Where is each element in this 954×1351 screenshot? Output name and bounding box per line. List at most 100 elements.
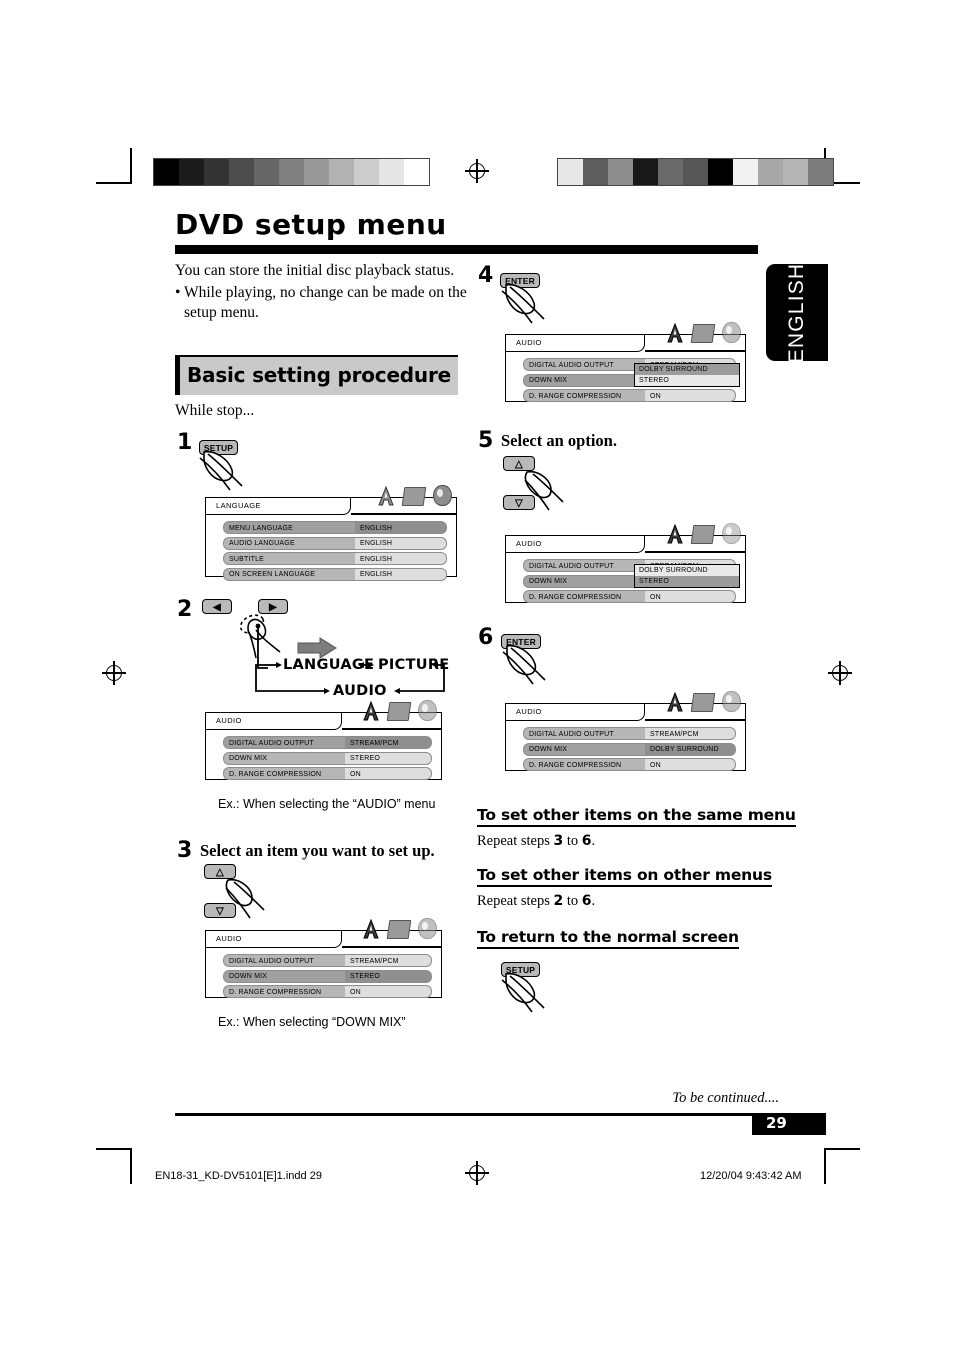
osd-row-key: DIGITAL AUDIO OUTPUT — [523, 358, 645, 371]
osd-tab-rule — [644, 719, 745, 721]
osd-row-key: DOWN MIX — [223, 969, 345, 983]
osd-row-key: ON SCREEN LANGUAGE — [223, 567, 355, 581]
table-row: D. RANGE COMPRESSION ON — [523, 758, 736, 771]
osd-row-value: STREAM/PCM — [345, 736, 432, 749]
table-row: DOWN MIX DOLBY SURROUND — [523, 742, 736, 756]
manual-page: DVD setup menu ENGLISH You can store the… — [0, 0, 954, 1351]
section-title: Basic setting procedure — [186, 363, 451, 387]
table-row: MENU LANGUAGE ENGLISH — [223, 521, 447, 534]
right-arrow-key[interactable]: ▶ — [258, 599, 288, 614]
setup-key-return[interactable]: SETUP — [501, 962, 540, 977]
osd-row-key: D. RANGE COMPRESSION — [223, 767, 345, 780]
subheading-return-normal: To return to the normal screen — [477, 928, 739, 949]
left-arrow-key[interactable]: ◀ — [202, 599, 232, 614]
osd-tab-rule — [644, 350, 745, 352]
dropdown-option-dolby[interactable]: DOLBY SURROUND — [635, 565, 739, 576]
osd-row-value: STEREO — [345, 751, 432, 765]
intro-bullet-text: While playing, no change can be made on … — [184, 283, 467, 322]
enter-key-step6[interactable]: ENTER — [501, 634, 541, 649]
down-arrow-key-step3[interactable]: ▽ — [204, 903, 236, 918]
osd-tab-icons — [666, 690, 741, 712]
table-row: D. RANGE COMPRESSION ON — [223, 767, 432, 780]
section-header: Basic setting procedure — [175, 355, 458, 395]
step-5-number: 5 — [478, 428, 494, 453]
subheading-other-menus: To set other items on other menus — [477, 866, 772, 887]
crop-mark-bl-v — [130, 1148, 132, 1184]
osd-tab-rule — [342, 946, 441, 948]
finger-illustration-return — [501, 972, 545, 1013]
registration-mark-right — [828, 661, 852, 685]
registration-mark-left — [102, 661, 126, 685]
page-title: DVD setup menu — [175, 208, 447, 241]
osd-audio-screen-step4: AUDIO DIGITAL AUDIO OUTPUTSTREAM/PCM DOW… — [505, 322, 746, 402]
repeat-mid-label: to — [563, 833, 582, 849]
table-row: AUDIO LANGUAGE ENGLISH — [223, 536, 447, 550]
letter-a-icon — [363, 701, 379, 721]
osd-title-bar: AUDIO — [506, 704, 645, 721]
to-be-continued: To be continued.... — [672, 1090, 779, 1106]
cycle-arrows — [255, 662, 445, 694]
osd-tab-rule — [351, 513, 456, 515]
down-mix-dropdown-step5[interactable]: DOLBY SURROUND STEREO — [634, 564, 740, 588]
osd-tab-icons — [377, 484, 452, 506]
crop-mark-br-h — [824, 1148, 860, 1150]
osd-row-list: DIGITAL AUDIO OUTPUTSTREAM/PCM DOWN MIXS… — [206, 733, 441, 783]
osd-title-bar: LANGUAGE — [206, 498, 351, 515]
osd-row-value: ENGLISH — [355, 521, 447, 534]
dropdown-option-stereo[interactable]: STEREO — [635, 375, 739, 386]
osd-title-bar: AUDIO — [206, 931, 343, 948]
osd-row-value: ON — [645, 758, 736, 771]
setup-key-step1[interactable]: SETUP — [199, 440, 238, 455]
disc-icon — [722, 523, 741, 544]
letter-a-icon — [667, 524, 683, 544]
table-row: D. RANGE COMPRESSION ON — [523, 590, 736, 603]
osd-row-value: ON — [645, 389, 736, 402]
enter-key-step4[interactable]: ENTER — [500, 273, 540, 288]
bullet-dot: • — [175, 283, 181, 301]
table-row: DIGITAL AUDIO OUTPUTSTREAM/PCM — [523, 727, 736, 740]
table-row: DOWN MIXSTEREO — [223, 969, 432, 983]
repeat-to-step: 6 — [581, 833, 592, 849]
step-4-number: 4 — [478, 263, 494, 288]
letter-a-icon — [378, 486, 394, 506]
table-row: DOWN MIXSTEREO — [223, 751, 432, 765]
osd-title: AUDIO — [516, 539, 542, 548]
osd-tab-icons — [362, 917, 437, 939]
osd-row-key: DIGITAL AUDIO OUTPUT — [523, 559, 645, 572]
down-mix-dropdown-step4[interactable]: DOLBY SURROUND STEREO — [634, 363, 740, 387]
step-2-number: 2 — [177, 597, 193, 622]
table-row: SUBTITLE ENGLISH — [223, 552, 447, 565]
letter-a-icon — [363, 919, 379, 939]
disc-icon — [722, 691, 741, 712]
disc-icon — [418, 700, 437, 721]
osd-title: AUDIO — [216, 934, 242, 943]
osd-row-list: DIGITAL AUDIO OUTPUT STREAM/PCM DOWN MIX D… — [506, 724, 745, 774]
osd-title-bar: AUDIO — [506, 536, 645, 553]
color-bar-right — [557, 158, 834, 186]
osd-row-key: DOWN MIX — [523, 742, 645, 756]
osd-title: AUDIO — [516, 338, 542, 347]
disc-icon — [418, 918, 437, 939]
osd-audio-screen-step3: AUDIO DIGITAL AUDIO OUTPUT STREAM/PCM DOW… — [205, 918, 442, 998]
dropdown-option-stereo[interactable]: STEREO — [635, 576, 739, 587]
letter-a-icon — [667, 692, 683, 712]
osd-row-value: ENGLISH — [355, 536, 447, 550]
dropdown-option-dolby[interactable]: DOLBY SURROUND — [635, 364, 739, 375]
osd-row-value: DOLBY SURROUND — [645, 742, 736, 756]
up-arrow-key-step5[interactable]: △ — [503, 456, 535, 471]
osd-row-key: D. RANGE COMPRESSION — [523, 389, 645, 402]
down-arrow-key-step5[interactable]: ▽ — [503, 495, 535, 510]
step-6-number: 6 — [478, 625, 494, 650]
osd-tab-rule — [342, 728, 441, 730]
intro-bullet: • While playing, no change can be made o… — [175, 283, 475, 324]
osd-tab-icons — [362, 699, 437, 721]
table-row: DIGITAL AUDIO OUTPUTSTREAM/PCM — [223, 736, 432, 749]
subheading-same-menu: To set other items on the same menu — [477, 806, 796, 827]
repeat-steps-label: Repeat steps — [477, 833, 554, 849]
osd-row-value: STEREO — [345, 969, 432, 983]
table-row: D. RANGE COMPRESSION ON — [223, 985, 432, 998]
osd-row-key: D. RANGE COMPRESSION — [523, 758, 645, 771]
page-number: 29 — [766, 1114, 787, 1132]
language-side-tab: ENGLISH — [766, 262, 828, 363]
up-arrow-key-step3[interactable]: △ — [204, 864, 236, 879]
